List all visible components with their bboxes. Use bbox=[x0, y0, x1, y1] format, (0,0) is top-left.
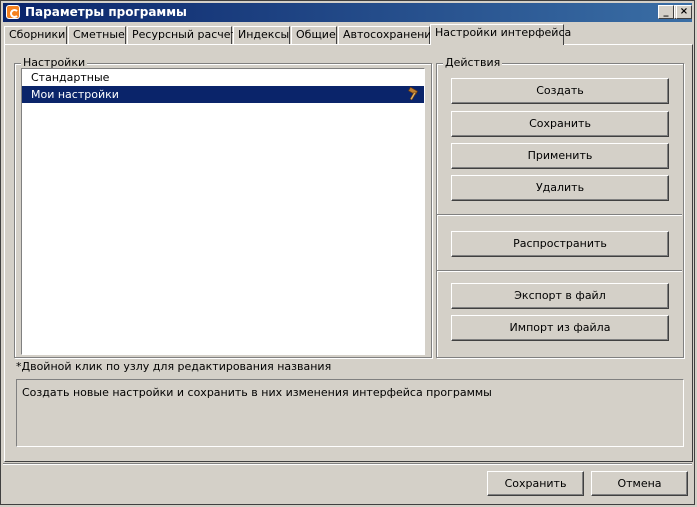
actions-divider bbox=[437, 270, 682, 272]
close-button[interactable]: × bbox=[676, 5, 692, 19]
tab-indexes[interactable]: Индексы bbox=[233, 26, 290, 44]
minimize-button[interactable]: _ bbox=[658, 5, 674, 19]
import-from-file-button[interactable]: Импорт из файла bbox=[451, 315, 669, 341]
actions-group: Действия bbox=[436, 56, 684, 358]
list-item-standard[interactable]: Стандартные bbox=[22, 69, 424, 86]
list-item-label: Мои настройки bbox=[31, 88, 119, 101]
footer-divider bbox=[3, 463, 692, 465]
apply-button[interactable]: Применить bbox=[451, 143, 669, 169]
distribute-button[interactable]: Распространить bbox=[451, 231, 669, 257]
tab-general[interactable]: Общие bbox=[291, 26, 337, 44]
window-title: Параметры программы bbox=[25, 5, 187, 19]
title-bar[interactable]: Параметры программы _ □ bbox=[3, 3, 692, 22]
delete-button[interactable]: Удалить bbox=[451, 175, 669, 201]
dialog-window: Параметры программы _ □ × Сборники Сметн… bbox=[0, 0, 695, 505]
list-item-label: Стандартные bbox=[31, 71, 110, 84]
settings-list[interactable]: Стандартные Мои настройки bbox=[21, 68, 425, 355]
app-logo-icon bbox=[6, 5, 20, 19]
actions-group-legend: Действия bbox=[443, 56, 503, 69]
tab-estimates[interactable]: Сметные bbox=[68, 26, 126, 44]
tab-autosave[interactable]: Автосохранение bbox=[338, 26, 438, 44]
hint-text: *Двойной клик по узлу для редактирования… bbox=[16, 360, 332, 373]
cancel-button[interactable]: Отмена bbox=[591, 471, 688, 496]
hammer-icon bbox=[408, 87, 418, 101]
description-text: Создать новые настройки и сохранить в ни… bbox=[22, 386, 492, 399]
create-button[interactable]: Создать bbox=[451, 78, 669, 104]
actions-divider bbox=[437, 214, 682, 216]
description-box: Создать новые настройки и сохранить в ни… bbox=[16, 379, 684, 447]
tab-resource-calc[interactable]: Ресурсный расчет bbox=[127, 26, 237, 44]
export-to-file-button[interactable]: Экспорт в файл bbox=[451, 283, 669, 309]
tab-interface-settings[interactable]: Настройки интерфейса bbox=[430, 24, 571, 45]
list-item-my-settings[interactable]: Мои настройки bbox=[22, 86, 424, 103]
save-button[interactable]: Сохранить bbox=[487, 471, 584, 496]
save-settings-button[interactable]: Сохранить bbox=[451, 111, 669, 137]
tab-collections[interactable]: Сборники bbox=[4, 26, 67, 44]
